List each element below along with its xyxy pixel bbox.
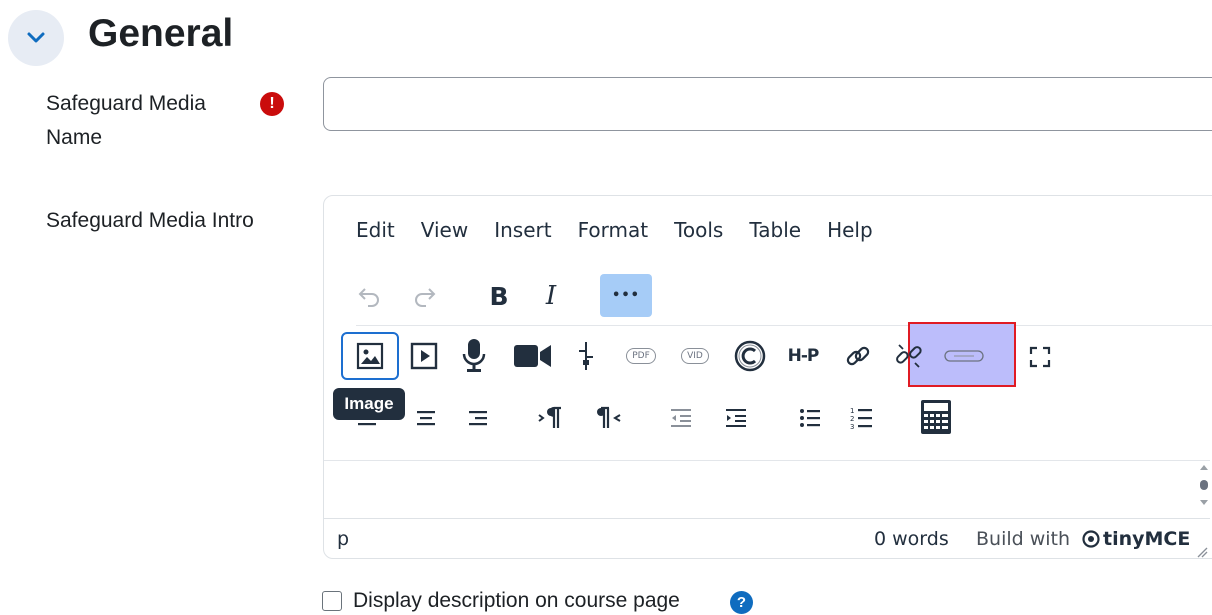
link-icon[interactable] [840, 338, 876, 374]
image-icon [352, 338, 388, 374]
menu-view[interactable]: View [421, 218, 468, 242]
pdf-icon[interactable]: PDF [621, 344, 661, 368]
fullscreen-icon[interactable] [1024, 341, 1056, 373]
svg-text:1: 1 [850, 407, 854, 415]
svg-text:2: 2 [850, 415, 854, 423]
svg-text:3: 3 [850, 423, 854, 430]
media-icon[interactable] [406, 338, 442, 374]
section-title: General [88, 12, 234, 55]
tinymce-logo-icon [1082, 530, 1100, 548]
menu-table[interactable]: Table [749, 218, 801, 242]
rtl-icon[interactable] [591, 401, 625, 435]
tinymce-brand-label: tinyMCE [1103, 528, 1191, 550]
editor-content-area[interactable] [324, 460, 1210, 519]
more-icon[interactable]: ••• [600, 274, 652, 317]
h5p-icon[interactable]: H-P [780, 341, 826, 371]
name-label-line2: Name [46, 126, 103, 149]
indent-icon[interactable] [720, 402, 752, 434]
numbered-list-icon[interactable]: 123 [846, 402, 878, 434]
align-right-icon[interactable] [462, 402, 494, 434]
pdf-label: PDF [626, 348, 656, 364]
record-video-icon[interactable] [512, 338, 554, 374]
word-count[interactable]: 0 words [874, 528, 949, 550]
ltr-icon[interactable] [534, 401, 566, 435]
menu-help[interactable]: Help [827, 218, 873, 242]
outdent-icon[interactable] [665, 402, 697, 434]
intro-label: Safeguard Media Intro [46, 209, 254, 232]
video-icon[interactable]: VID [674, 344, 716, 368]
collapse-section-button[interactable] [8, 10, 64, 66]
copyright-icon[interactable] [731, 337, 769, 375]
tinymce-brand[interactable]: tinyMCE [1082, 528, 1190, 550]
redo-icon[interactable] [408, 278, 442, 314]
element-path[interactable]: p [337, 528, 349, 550]
name-label: Safeguard Media Name [46, 87, 206, 155]
image-tooltip: Image [333, 388, 405, 420]
help-icon[interactable]: ? [730, 591, 753, 614]
menu-format[interactable]: Format [578, 218, 648, 242]
name-input[interactable] [323, 77, 1212, 131]
resize-handle-icon[interactable] [1196, 541, 1208, 563]
vid-label: VID [681, 348, 709, 364]
toolbar-divider [356, 325, 1212, 326]
display-description-label[interactable]: Display description on course page [353, 589, 680, 613]
editor-scrollbar[interactable] [1196, 462, 1212, 510]
required-icon: ! [260, 92, 284, 116]
italic-icon[interactable]: I [534, 278, 568, 314]
bullet-list-icon[interactable] [794, 402, 826, 434]
undo-icon[interactable] [352, 278, 386, 314]
display-description-checkbox[interactable] [322, 591, 342, 611]
bold-icon[interactable]: B [482, 278, 516, 314]
calculator-icon[interactable] [917, 397, 955, 437]
editor-menubar: Edit View Insert Format Tools Table Help [356, 218, 899, 242]
editor-statusbar: p 0 words Build with tinyMCE [324, 518, 1210, 559]
build-with-label: Build with [976, 528, 1071, 550]
menu-insert[interactable]: Insert [494, 218, 551, 242]
menu-tools[interactable]: Tools [674, 218, 723, 242]
unlink-icon[interactable] [891, 338, 927, 374]
equation-icon[interactable] [572, 338, 600, 374]
menu-edit[interactable]: Edit [356, 218, 395, 242]
chevron-down-icon [27, 32, 45, 43]
name-label-line1: Safeguard Media [46, 92, 206, 115]
record-audio-icon[interactable] [457, 336, 491, 376]
h5p-media-icon[interactable] [941, 346, 987, 366]
align-center-icon[interactable] [410, 402, 442, 434]
